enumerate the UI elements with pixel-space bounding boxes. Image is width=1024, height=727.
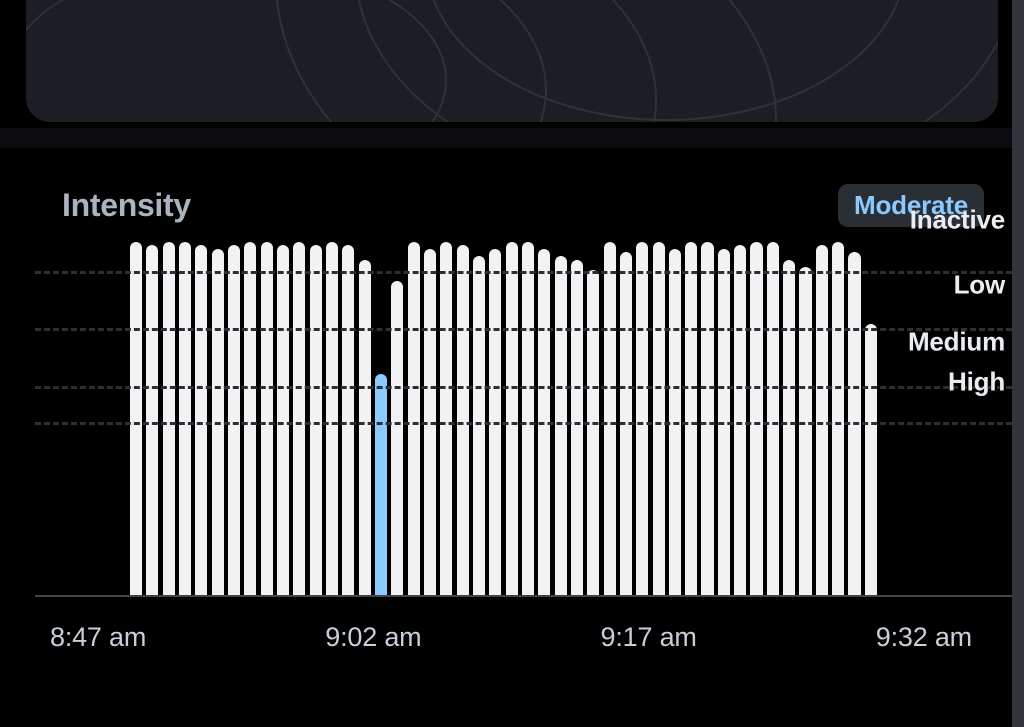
grid-line: [35, 271, 1012, 274]
y-axis-label: Medium: [908, 327, 1005, 358]
y-axis-label: Inactive: [910, 205, 1005, 236]
section-divider: [0, 128, 1024, 148]
intensity-bar[interactable]: [261, 242, 273, 597]
intensity-bar[interactable]: [685, 242, 697, 597]
intensity-bar[interactable]: [473, 256, 485, 597]
grid-line: [35, 386, 1012, 389]
x-axis-tick: 9:17 am: [601, 622, 697, 653]
intensity-bar[interactable]: [865, 324, 877, 597]
intensity-bar[interactable]: [408, 242, 420, 597]
x-axis-tick: 9:32 am: [876, 622, 972, 653]
intensity-bar[interactable]: [244, 242, 256, 597]
intensity-chart-panel: Intensity Moderate HighMediumLowInactive…: [0, 148, 1012, 727]
intensity-bar[interactable]: [326, 242, 338, 597]
intensity-bar[interactable]: [522, 242, 534, 597]
intensity-bar[interactable]: [587, 270, 599, 597]
contour-decoration-icon: [26, 0, 998, 122]
intensity-bar[interactable]: [832, 242, 844, 597]
intensity-bar[interactable]: [293, 242, 305, 597]
intensity-bar[interactable]: [799, 267, 811, 597]
intensity-bar[interactable]: [604, 242, 616, 597]
intensity-bar[interactable]: [163, 242, 175, 597]
x-axis-tick: 8:47 am: [50, 622, 146, 653]
y-axis-label: High: [948, 366, 1005, 397]
scrollbar[interactable]: [1012, 0, 1024, 727]
x-axis-line: [35, 595, 1012, 597]
intensity-bar[interactable]: [571, 260, 583, 597]
map-hero-card: [26, 0, 998, 122]
grid-line: [35, 422, 1012, 425]
intensity-bar[interactable]: [848, 252, 860, 597]
intensity-bars: [130, 238, 877, 597]
intensity-bar[interactable]: [359, 260, 371, 597]
intensity-bar[interactable]: [701, 242, 713, 597]
intensity-bar[interactable]: [783, 260, 795, 597]
intensity-bar[interactable]: [636, 242, 648, 597]
chart-title: Intensity: [62, 187, 191, 224]
intensity-bar[interactable]: [767, 242, 779, 597]
intensity-bar[interactable]: [440, 242, 452, 597]
intensity-bar[interactable]: [750, 242, 762, 597]
intensity-bar[interactable]: [555, 256, 567, 597]
grid-line: [35, 328, 1012, 331]
intensity-bar[interactable]: [179, 242, 191, 597]
intensity-bar[interactable]: [130, 242, 142, 597]
intensity-bar[interactable]: [506, 242, 518, 597]
intensity-bar[interactable]: [653, 242, 665, 597]
intensity-plot: HighMediumLowInactive: [0, 238, 1012, 597]
intensity-bar[interactable]: [375, 374, 387, 597]
intensity-bar[interactable]: [620, 252, 632, 597]
y-axis-label: Low: [954, 269, 1005, 300]
x-axis-tick: 9:02 am: [325, 622, 421, 653]
x-axis: 8:47 am 9:02 am 9:17 am 9:32 am: [50, 622, 972, 653]
